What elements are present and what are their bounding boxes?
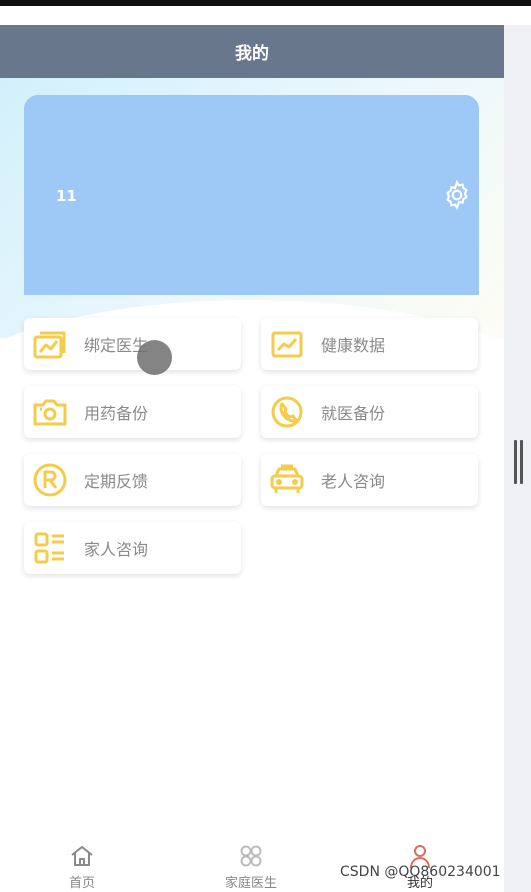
menu-label: 就医备份 bbox=[321, 404, 386, 423]
menu-item-health-data[interactable]: 健康数据 bbox=[261, 318, 478, 370]
page-header: 我的 bbox=[0, 25, 504, 78]
list-icon bbox=[30, 528, 70, 568]
tab-home[interactable]: 首页 bbox=[22, 842, 142, 892]
car-icon bbox=[267, 460, 307, 500]
menu-label: 老人咨询 bbox=[321, 472, 386, 491]
camera-icon bbox=[30, 392, 70, 432]
profile-card[interactable] bbox=[24, 95, 479, 295]
touch-indicator bbox=[137, 340, 172, 375]
menu-item-family-consult[interactable]: 家人咨询 bbox=[24, 522, 241, 574]
phone-icon bbox=[267, 392, 307, 432]
menu-item-regular-feedback[interactable]: 定期反馈 bbox=[24, 454, 241, 506]
menu-item-elder-consult[interactable]: 老人咨询 bbox=[261, 454, 478, 506]
menu-label: 定期反馈 bbox=[84, 472, 149, 491]
app-screen: 我的 11 绑定医生 健康数据 用药备份 就医备份 定期反馈 老人咨询 家人咨询… bbox=[0, 0, 531, 892]
settings-button[interactable] bbox=[440, 178, 474, 212]
menu-label: 健康数据 bbox=[321, 336, 386, 355]
menu-item-visit-backup[interactable]: 就医备份 bbox=[261, 386, 478, 438]
page-title: 我的 bbox=[235, 44, 269, 64]
tab-label: 家庭医生 bbox=[224, 876, 277, 891]
scroll-handle[interactable] bbox=[514, 440, 524, 484]
menu-label: 家人咨询 bbox=[84, 540, 149, 559]
home-icon bbox=[68, 842, 96, 870]
tab-family-doctor[interactable]: 家庭医生 bbox=[191, 842, 311, 892]
gear-icon bbox=[446, 179, 468, 211]
tab-label: 首页 bbox=[68, 876, 95, 891]
clover-icon bbox=[237, 842, 265, 870]
profile-name: 11 bbox=[56, 187, 77, 205]
menu-item-medication-backup[interactable]: 用药备份 bbox=[24, 386, 241, 438]
menu-label: 用药备份 bbox=[84, 404, 149, 423]
top-gap bbox=[0, 6, 531, 25]
health-chart-icon bbox=[267, 324, 307, 364]
menu-item-bind-doctor[interactable]: 绑定医生 bbox=[24, 318, 241, 370]
registered-icon bbox=[30, 460, 70, 500]
watermark: CSDN @QQ860234001 bbox=[340, 864, 501, 880]
bind-doctor-icon bbox=[30, 324, 70, 364]
